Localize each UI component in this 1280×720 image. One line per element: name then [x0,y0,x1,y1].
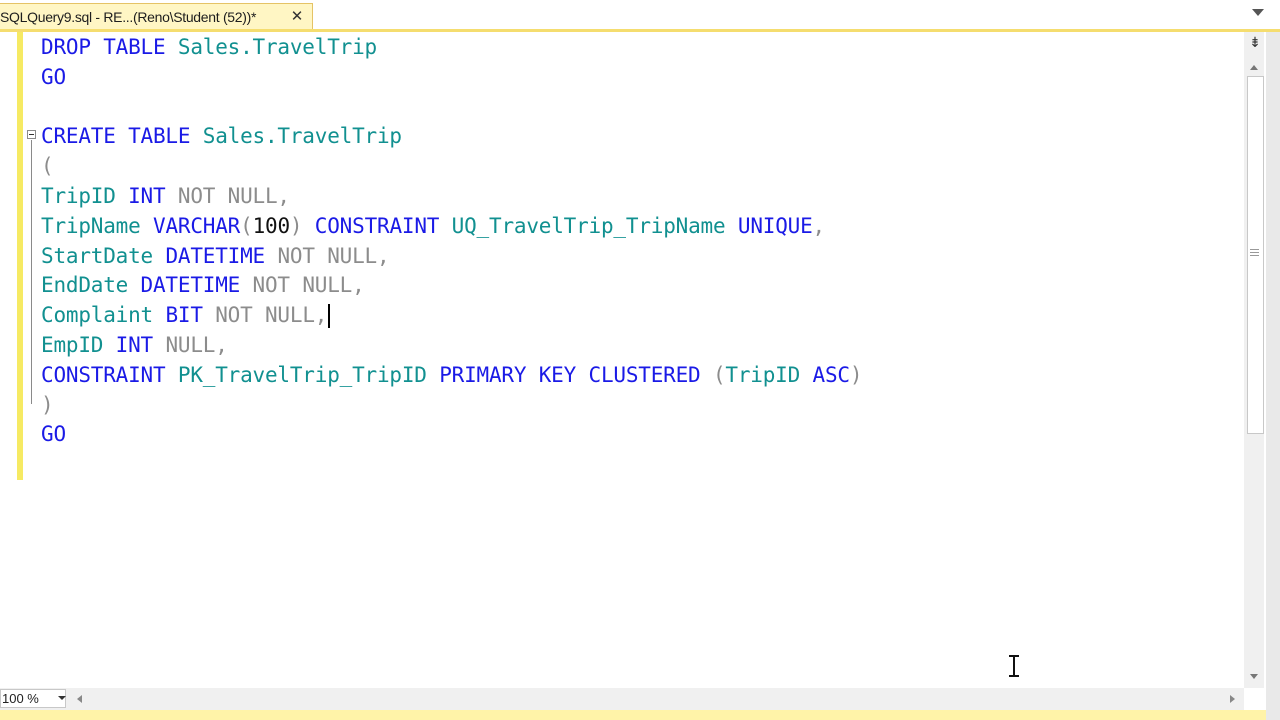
code-token: DATETIME [140,273,253,298]
code-token: Sales.TravelTrip [177,35,377,59]
text-cursor-icon [1008,655,1020,677]
close-icon[interactable]: ✕ [288,7,306,25]
code-token: DROP TABLE [41,35,178,59]
code-token: NOT NULL, [252,273,365,298]
code-token: NOT NULL, [215,303,328,328]
code-token: 100 [252,213,291,238]
code-line[interactable]: ) [41,390,54,420]
code-token: GO [41,64,66,89]
chevron-down-icon[interactable] [1252,9,1264,16]
code-token: EndDate [41,273,141,298]
scroll-up-icon[interactable] [1250,65,1258,70]
code-token: Complaint [41,303,166,328]
code-token: TripID [41,184,129,208]
scroll-down-icon[interactable] [1250,674,1258,679]
code-token: PRIMARY KEY CLUSTERED [439,362,713,387]
code-token: VARCHAR [153,213,241,238]
window-edge [1266,32,1280,720]
code-line[interactable]: Complaint BIT NOT NULL, [41,300,331,330]
outline-guide-line [31,140,32,404]
code-line[interactable]: DROP TABLE Sales.TravelTrip [41,32,377,62]
code-line[interactable]: StartDate DATETIME NOT NULL, [41,241,390,271]
text-caret [328,304,331,329]
split-view-icon[interactable]: ⇟ [1247,35,1263,51]
code-token: CONSTRAINT [41,362,178,387]
code-token: DATETIME [165,243,278,268]
outline-collapse-icon[interactable] [27,130,36,139]
code-token: StartDate [41,243,166,268]
code-line[interactable]: TripID INT NOT NULL, [41,181,290,211]
code-token: ( [41,154,54,179]
code-token: TripID [725,362,813,387]
code-line[interactable]: CREATE TABLE Sales.TravelTrip [41,121,402,151]
code-line[interactable]: CONSTRAINT PK_TravelTrip_TripID PRIMARY … [41,360,863,390]
code-line[interactable]: EndDate DATETIME NOT NULL, [41,270,365,300]
zoom-select[interactable]: 100 % [0,689,66,708]
code-token: Sales.TravelTrip [202,124,402,149]
code-token: , [812,213,826,238]
code-token: GO [41,422,66,447]
code-token: TripName [41,213,153,238]
code-token: BIT [165,303,216,328]
code-token: INT [115,333,166,357]
code-token: CONSTRAINT [314,213,452,238]
code-token: UQ_TravelTrip_TripName [451,213,738,238]
horizontal-scrollbar[interactable] [0,688,1244,710]
chevron-down-icon[interactable] [58,696,66,700]
document-tab-strip: SQLQuery9.sql - RE...(Reno\Student (52))… [0,0,1280,30]
code-token: CREATE TABLE [41,124,203,149]
code-line[interactable]: GO [41,419,66,449]
code-token: PK_TravelTrip_TripID [177,362,440,387]
code-token: UNIQUE [737,213,813,238]
code-token: EmpID [41,333,116,357]
code-token: NOT NULL, [177,184,290,208]
code-token: NOT NULL, [277,243,390,268]
change-tracking-margin [17,32,23,480]
sql-editor[interactable]: DROP TABLE Sales.TravelTrip GO CREATE TABL… [0,32,1244,688]
code-token: ( [240,213,253,238]
scroll-left-icon[interactable] [77,695,82,703]
code-token: ) [289,213,315,238]
code-line[interactable]: TripName VARCHAR(100) CONSTRAINT UQ_Trav… [41,211,825,241]
code-token: ( [712,362,726,387]
scroll-right-icon[interactable] [1230,695,1235,703]
code-line[interactable]: ( [41,151,54,181]
grip-icon [1250,249,1259,258]
document-tab-title: SQLQuery9.sql - RE...(Reno\Student (52))… [0,8,257,25]
code-token: INT [128,184,178,208]
document-tab[interactable]: SQLQuery9.sql - RE...(Reno\Student (52))… [0,3,313,29]
code-line[interactable]: GO [41,62,66,92]
code-token: ) [41,392,54,417]
status-bar [0,710,1266,720]
code-token: ) [849,362,863,387]
code-token: NULL, [165,333,228,357]
code-line[interactable]: EmpID INT NULL, [41,330,228,360]
code-token: ASC [812,362,851,387]
